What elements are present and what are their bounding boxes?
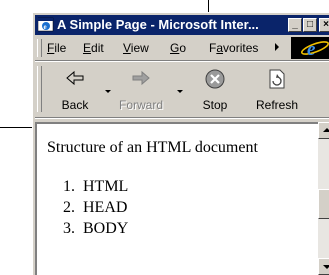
page-content: Structure of an HTML document 1. HTML 2. H… [35, 122, 318, 275]
close-icon: × [323, 19, 329, 30]
back-label: Back [61, 98, 89, 112]
toolbar-divider [35, 117, 329, 119]
maximize-button[interactable]: □ [303, 18, 317, 32]
scroll-up-arrow-icon [323, 128, 329, 132]
annotation-leader-line-left [0, 127, 36, 128]
stop-button[interactable]: Stop [187, 64, 243, 114]
refresh-icon [269, 69, 285, 89]
scroll-down-button[interactable] [318, 258, 329, 275]
forward-button[interactable]: Forward [113, 64, 169, 114]
browser-window: e A Simple Page - Microsoft Inter... _ □… [32, 12, 329, 275]
menu-grip[interactable] [37, 39, 42, 57]
vertical-scrollbar[interactable] [318, 122, 329, 275]
back-button[interactable]: Back [47, 64, 103, 114]
list-item: 2. HEAD [63, 199, 128, 216]
ie-window-icon: e [38, 17, 54, 32]
list-item: 1. HTML [63, 178, 129, 195]
minimize-button[interactable]: _ [288, 18, 302, 32]
svg-text:e: e [307, 39, 316, 59]
refresh-label: Refresh [255, 98, 299, 112]
forward-arrow-icon [132, 70, 150, 86]
maximize-icon: □ [306, 19, 314, 30]
menu-favorites[interactable]: Favorites [209, 41, 258, 55]
list-item: 3. BODY [63, 220, 129, 237]
svg-text:e: e [44, 23, 47, 31]
close-button[interactable]: × [319, 18, 329, 32]
standard-toolbar: Back Forward Stop Refresh [35, 62, 329, 116]
ie-logo-icon: e [291, 37, 329, 59]
menu-overflow-chevron-icon[interactable] [275, 43, 279, 51]
menu-edit[interactable]: Edit [83, 41, 104, 55]
stop-icon [205, 69, 225, 89]
title-bar[interactable]: e A Simple Page - Microsoft Inter... _ □… [35, 15, 329, 35]
forward-dropdown-icon[interactable] [177, 90, 183, 93]
back-arrow-icon [66, 70, 84, 86]
back-dropdown-icon[interactable] [105, 90, 111, 93]
window-title: A Simple Page - Microsoft Inter... [57, 17, 259, 32]
scroll-thumb[interactable] [318, 189, 329, 219]
page-heading: Structure of an HTML document [47, 139, 258, 156]
toolbar-grip[interactable] [37, 66, 42, 112]
menu-view[interactable]: View [123, 41, 149, 55]
forward-label: Forward [118, 98, 163, 112]
menu-bar: File Edit View Go Favorites e [35, 37, 329, 59]
menu-go[interactable]: Go [170, 41, 186, 55]
refresh-button[interactable]: Refresh [249, 64, 305, 114]
stop-label: Stop [202, 98, 228, 112]
scroll-down-arrow-icon [323, 265, 329, 269]
ordered-list: 1. HTML 2. HEAD 3. BODY [51, 176, 128, 239]
scroll-up-button[interactable] [318, 122, 329, 139]
menu-file[interactable]: File [47, 41, 66, 55]
minimize-icon: _ [292, 19, 298, 30]
